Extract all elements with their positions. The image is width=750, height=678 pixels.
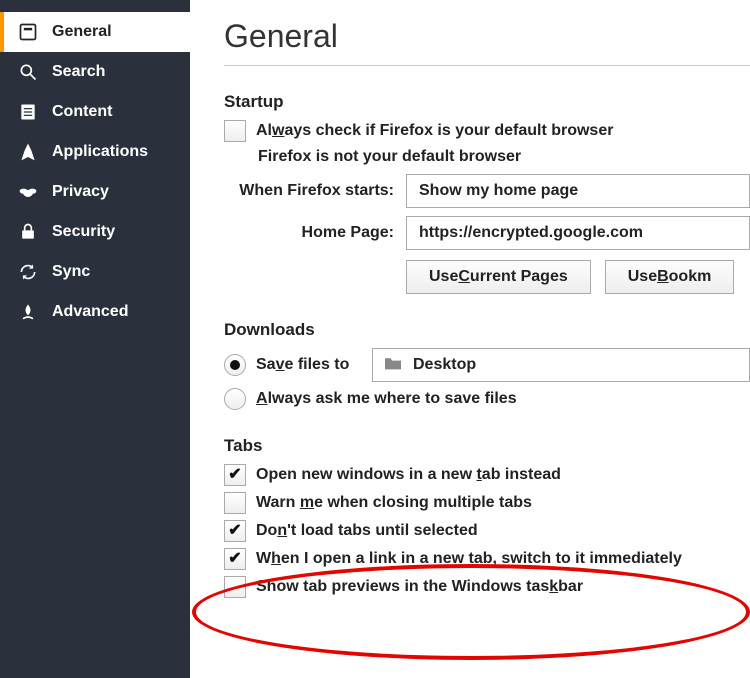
tab-opt-3-checkbox[interactable] <box>224 548 246 570</box>
divider <box>224 65 750 66</box>
advanced-icon <box>18 302 38 322</box>
tab-opt-3-label: When I open a link in a new tab, switch … <box>256 550 682 568</box>
sidebar-item-label: Search <box>52 63 105 81</box>
always-ask-radio[interactable] <box>224 388 246 410</box>
tab-opt-2-checkbox[interactable] <box>224 520 246 542</box>
section-tabs: Tabs Open new windows in a new tab inste… <box>224 436 750 598</box>
tab-opt-2-label: Don't load tabs until selected <box>256 522 478 540</box>
section-startup: Startup Always check if Firefox is your … <box>224 92 750 294</box>
sync-icon <box>18 262 38 282</box>
when-starts-label: When Firefox starts: <box>224 182 394 200</box>
save-folder-field[interactable]: Desktop <box>372 348 750 382</box>
general-icon <box>18 22 38 42</box>
sidebar-item-label: Security <box>52 223 115 241</box>
tab-opt-1-checkbox[interactable] <box>224 492 246 514</box>
folder-icon <box>383 355 403 376</box>
always-check-checkbox[interactable] <box>224 120 246 142</box>
tab-opt-4-checkbox[interactable] <box>224 576 246 598</box>
downloads-heading: Downloads <box>224 320 750 340</box>
tab-opt-1-label: Warn me when closing multiple tabs <box>256 494 532 512</box>
sidebar-item-search[interactable]: Search <box>0 52 190 92</box>
tabs-heading: Tabs <box>224 436 750 456</box>
sidebar-item-label: General <box>52 23 112 41</box>
sidebar-item-advanced[interactable]: Advanced <box>0 292 190 332</box>
tab-opt-4-label: Show tab previews in the Windows taskbar <box>256 578 583 596</box>
search-icon <box>18 62 38 82</box>
sidebar-item-content[interactable]: Content <box>0 92 190 132</box>
page-title: General <box>224 18 750 55</box>
sidebar-item-privacy[interactable]: Privacy <box>0 172 190 212</box>
home-page-input[interactable]: https://encrypted.google.com <box>406 216 750 250</box>
not-default-row: Firefox is not your default browser <box>224 148 750 166</box>
applications-icon <box>18 142 38 162</box>
home-page-label: Home Page: <box>224 224 394 242</box>
sidebar: General Search Content Applications Priv… <box>0 0 190 678</box>
always-ask-label: Always ask me where to save files <box>256 390 517 408</box>
privacy-icon <box>18 182 38 202</box>
sidebar-item-label: Advanced <box>52 303 128 321</box>
sidebar-item-label: Content <box>52 103 112 121</box>
sidebar-item-sync[interactable]: Sync <box>0 252 190 292</box>
use-bookmark-button[interactable]: Use Bookm <box>605 260 735 294</box>
sidebar-item-label: Sync <box>52 263 90 281</box>
startup-heading: Startup <box>224 92 750 112</box>
when-starts-select[interactable]: Show my home page <box>406 174 750 208</box>
sidebar-item-label: Applications <box>52 143 148 161</box>
not-default-text: Firefox is not your default browser <box>258 148 521 166</box>
sidebar-item-applications[interactable]: Applications <box>0 132 190 172</box>
always-check-row: Always check if Firefox is your default … <box>224 120 750 142</box>
always-check-label: Always check if Firefox is your default … <box>256 122 613 140</box>
sidebar-item-security[interactable]: Security <box>0 212 190 252</box>
save-files-to-label: Save files to <box>256 356 362 374</box>
tab-opt-0-label: Open new windows in a new tab instead <box>256 466 561 484</box>
security-icon <box>18 222 38 242</box>
content-icon <box>18 102 38 122</box>
main-panel: General Startup Always check if Firefox … <box>190 0 750 678</box>
sidebar-item-label: Privacy <box>52 183 109 201</box>
sidebar-item-general[interactable]: General <box>0 12 190 52</box>
use-current-pages-button[interactable]: Use Current Pages <box>406 260 591 294</box>
save-files-to-radio[interactable] <box>224 354 246 376</box>
section-downloads: Downloads Save files to Desktop Always a… <box>224 320 750 410</box>
tab-opt-0-checkbox[interactable] <box>224 464 246 486</box>
